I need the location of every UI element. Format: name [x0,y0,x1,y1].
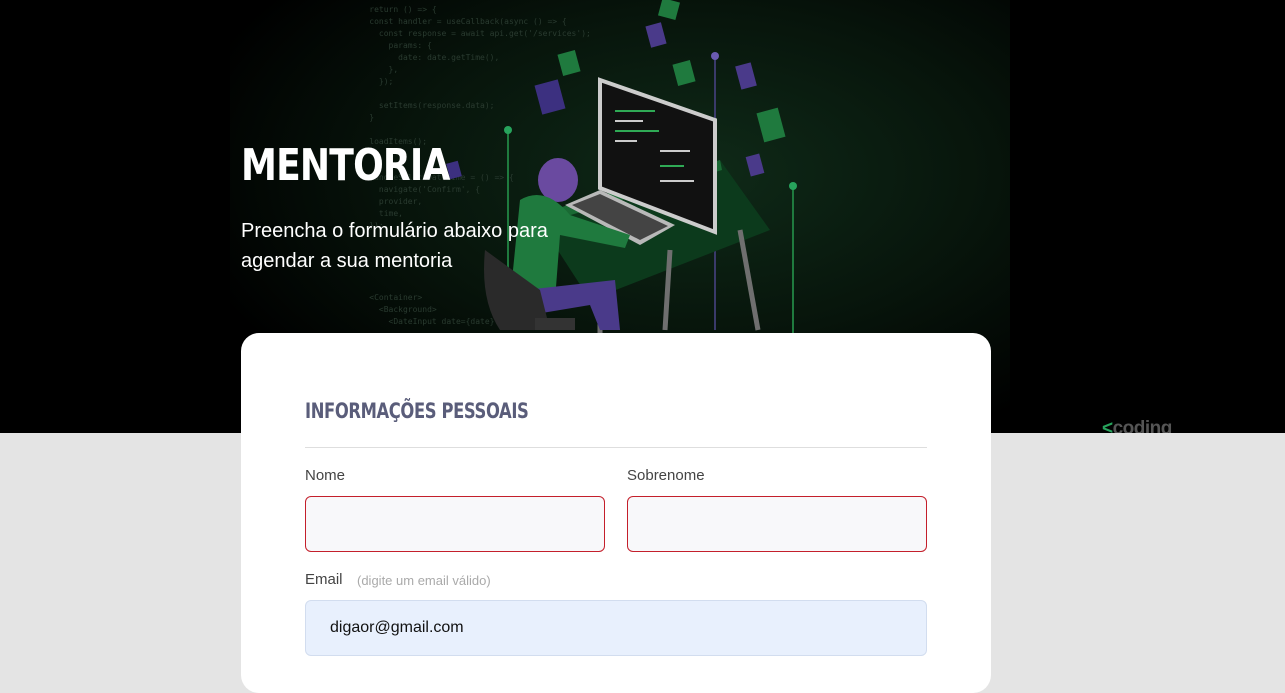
section-divider [305,447,927,448]
section-title: INFORMAÇÕES PESSOAIS [305,399,529,423]
developer-illustration [446,0,797,340]
brand-logo-text: coding [1112,418,1173,433]
first-name-input[interactable] [305,496,605,552]
last-name-label: Sobrenome [627,467,705,484]
last-name-input[interactable] [627,496,927,552]
email-hint: (digite um email válido) [357,573,491,588]
email-input[interactable] [305,600,927,656]
brand-logo: <coding [1102,418,1172,433]
page-subtitle: Preencha o formulário abaixo para agenda… [241,220,548,272]
first-name-label: Nome [305,467,346,484]
form-card: INFORMAÇÕES PESSOAIS Nome Sobrenome Emai… [241,333,991,693]
email-label: Email [305,571,343,588]
page-title: MENTORIA [241,140,450,191]
brand-logo-chevron: < [1102,418,1113,433]
